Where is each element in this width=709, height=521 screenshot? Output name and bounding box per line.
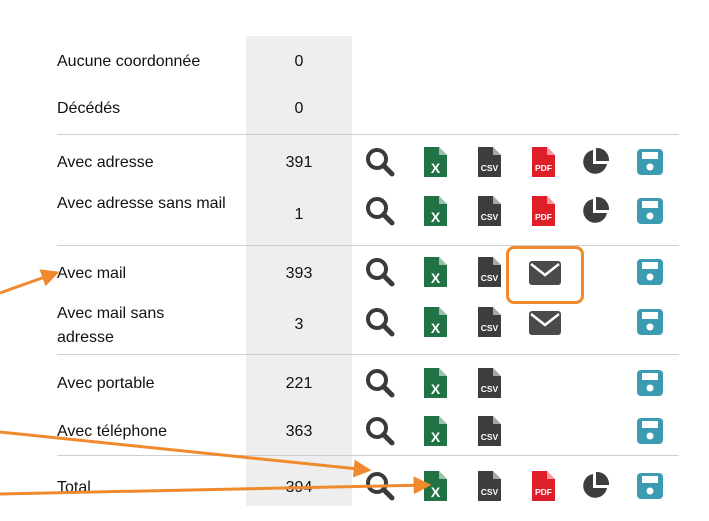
svg-text:CSV: CSV [481, 163, 499, 173]
csv-file-icon[interactable]: CSV [473, 415, 505, 447]
row-count: 363 [285, 423, 313, 440]
svg-text:CSV: CSV [481, 212, 499, 222]
save-icon[interactable] [634, 367, 666, 399]
csv-file-icon[interactable]: CSV [473, 367, 505, 399]
excel-file-icon[interactable]: X [419, 256, 451, 288]
row-label: Avec mail sans adresse [57, 305, 165, 346]
svg-text:X: X [431, 484, 441, 500]
svg-text:X: X [431, 270, 441, 286]
search-icon[interactable] [364, 195, 396, 227]
mail-icon[interactable] [528, 309, 562, 337]
search-icon[interactable] [364, 367, 396, 399]
svg-text:X: X [431, 381, 441, 397]
save-icon[interactable] [634, 470, 666, 502]
row-label: Avec téléphone [57, 423, 168, 440]
row-count: 0 [294, 100, 304, 117]
row-separator [57, 455, 679, 456]
row-count: 393 [285, 265, 313, 282]
excel-file-icon[interactable]: X [419, 195, 451, 227]
search-icon[interactable] [364, 146, 396, 178]
row-count: 3 [294, 316, 304, 333]
csv-file-icon[interactable]: CSV [473, 470, 505, 502]
svg-text:CSV: CSV [481, 432, 499, 442]
svg-text:X: X [431, 429, 441, 445]
svg-text:PDF: PDF [535, 163, 552, 173]
csv-file-icon[interactable]: CSV [473, 306, 505, 338]
search-icon[interactable] [364, 306, 396, 338]
excel-file-icon[interactable]: X [419, 146, 451, 178]
csv-file-icon[interactable]: CSV [473, 195, 505, 227]
row-count: 0 [294, 53, 304, 70]
pdf-file-icon[interactable]: PDF [527, 146, 559, 178]
row-label: Total [57, 479, 91, 496]
row-label: Décédés [57, 100, 121, 117]
row-label: Avec mail [57, 265, 127, 282]
save-icon[interactable] [634, 146, 666, 178]
search-icon[interactable] [364, 415, 396, 447]
row-label: Avec adresse sans mail [57, 195, 226, 212]
csv-file-icon[interactable]: CSV [473, 146, 505, 178]
svg-text:CSV: CSV [481, 273, 499, 283]
svg-text:X: X [431, 160, 441, 176]
row-count: 221 [285, 375, 313, 392]
pie-chart-icon[interactable] [579, 146, 611, 178]
pie-chart-icon[interactable] [579, 470, 611, 502]
row-separator [57, 245, 679, 246]
excel-file-icon[interactable]: X [419, 415, 451, 447]
svg-text:CSV: CSV [481, 384, 499, 394]
mail-icon[interactable] [528, 259, 562, 287]
row-label: Avec portable [57, 375, 155, 392]
row-separator [57, 354, 679, 355]
row-count: 394 [285, 479, 313, 496]
save-icon[interactable] [634, 415, 666, 447]
svg-text:PDF: PDF [535, 212, 552, 222]
svg-text:CSV: CSV [481, 323, 499, 333]
svg-text:X: X [431, 209, 441, 225]
excel-file-icon[interactable]: X [419, 306, 451, 338]
save-icon[interactable] [634, 256, 666, 288]
csv-file-icon[interactable]: CSV [473, 256, 505, 288]
excel-file-icon[interactable]: X [419, 367, 451, 399]
row-count: 1 [294, 206, 304, 223]
pdf-file-icon[interactable]: PDF [527, 195, 559, 227]
svg-text:CSV: CSV [481, 487, 499, 497]
row-label: Avec adresse [57, 154, 154, 171]
export-panel: Aucune coordonnée 0 Décédés 0 Avec adres… [0, 0, 709, 521]
svg-text:X: X [431, 320, 441, 336]
save-icon[interactable] [634, 306, 666, 338]
save-icon[interactable] [634, 195, 666, 227]
search-icon[interactable] [364, 470, 396, 502]
row-separator [57, 134, 679, 135]
svg-text:PDF: PDF [535, 487, 552, 497]
arrow-to-avec-mail [0, 269, 60, 295]
search-icon[interactable] [364, 256, 396, 288]
pdf-file-icon[interactable]: PDF [527, 470, 559, 502]
row-count: 391 [285, 154, 313, 171]
row-label: Aucune coordonnée [57, 53, 201, 70]
excel-file-icon[interactable]: X [419, 470, 451, 502]
pie-chart-icon[interactable] [579, 195, 611, 227]
